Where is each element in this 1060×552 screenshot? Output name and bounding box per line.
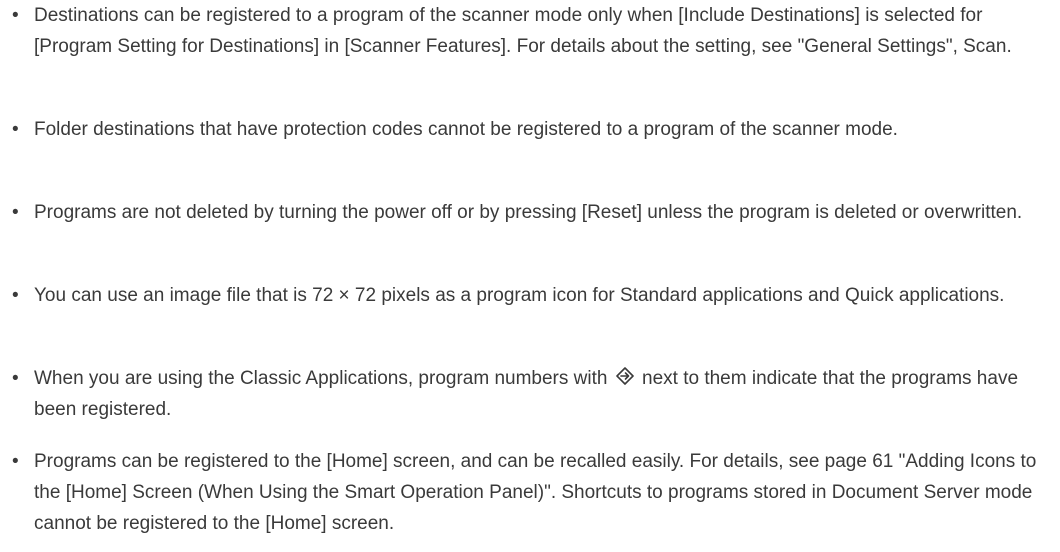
bullet: •: [12, 202, 19, 223]
note-item: • Folder destinations that have protecti…: [0, 114, 912, 145]
bullet: •: [12, 119, 19, 140]
note-item: • When you are using the Classic Applica…: [0, 363, 1060, 425]
program-registered-icon: [615, 367, 634, 385]
bullet: •: [12, 285, 19, 306]
page: { "notes": [ { "text": "Destinations can…: [0, 0, 1060, 552]
note-text: Folder destinations that have protection…: [34, 119, 898, 140]
bullet: •: [12, 451, 19, 472]
note-text: Programs are not deleted by turning the …: [34, 202, 1023, 223]
note-text: Destinations can be registered to a prog…: [34, 5, 1012, 57]
note-item: • Programs can be registered to the [Hom…: [0, 446, 1060, 539]
note-item: • Destinations can be registered to a pr…: [0, 0, 1060, 62]
note-text-before: When you are using the Classic Applicati…: [34, 368, 608, 389]
note-text: Programs can be registered to the [Home]…: [34, 451, 1037, 534]
note-item: • Programs are not deleted by turning th…: [0, 197, 1036, 228]
note-text: You can use an image file that is 72 × 7…: [34, 285, 1005, 306]
note-item: • You can use an image file that is 72 ×…: [0, 280, 1018, 311]
bullet: •: [12, 5, 19, 26]
bullet: •: [12, 368, 19, 389]
